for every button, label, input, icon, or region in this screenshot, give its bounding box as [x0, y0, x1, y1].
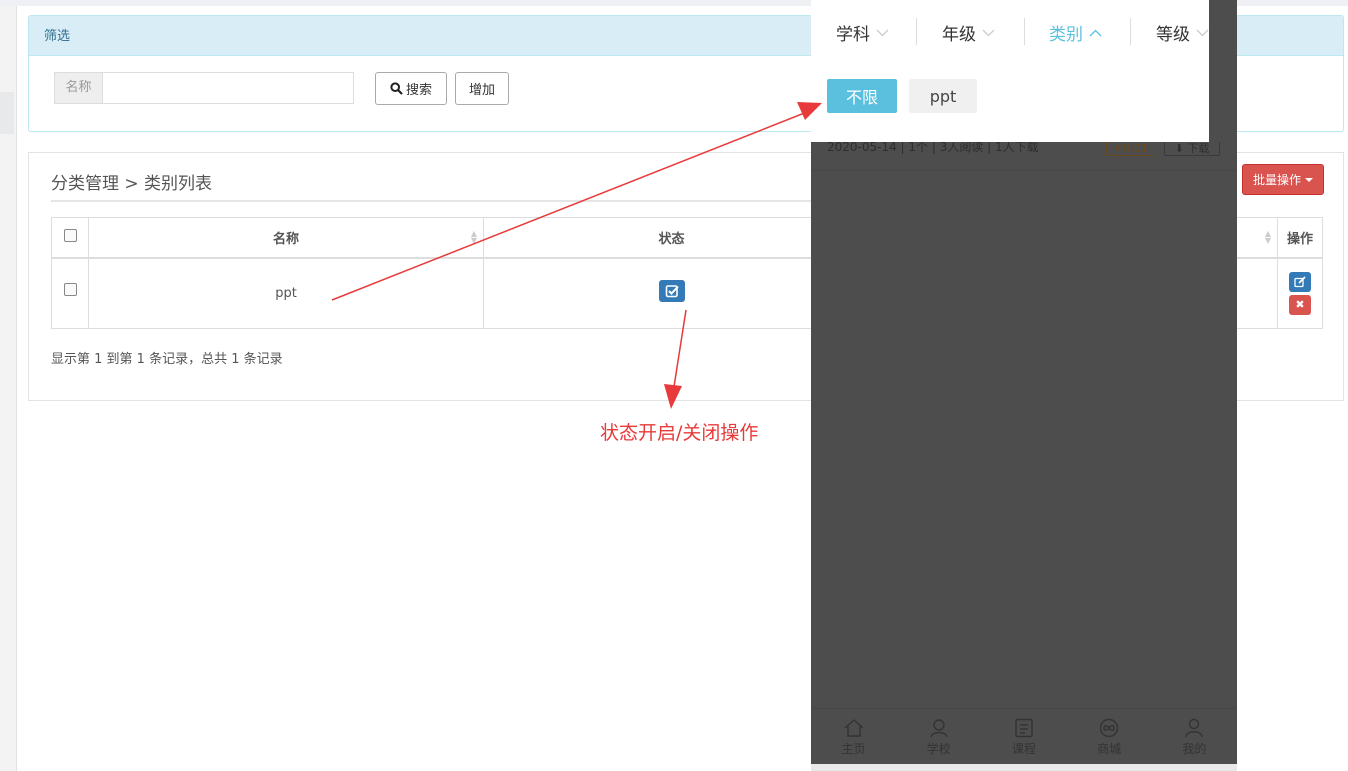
annotation-arrows [331, 102, 822, 409]
arrowhead [797, 102, 822, 120]
arrowhead [664, 384, 682, 409]
arrow-line [672, 309, 687, 394]
arrow-line [331, 109, 813, 301]
